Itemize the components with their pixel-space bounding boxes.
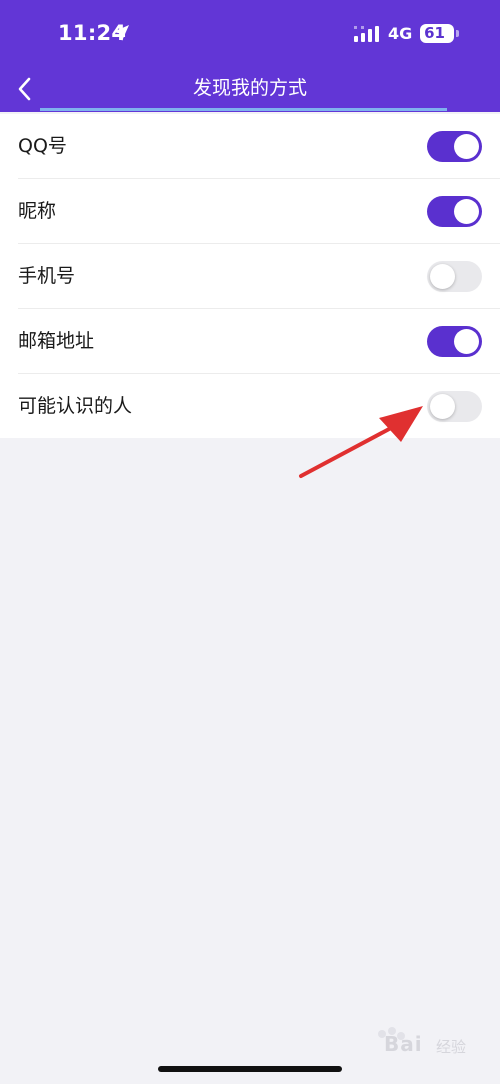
toggle-knob (454, 134, 479, 159)
setting-label: QQ号 (18, 135, 67, 157)
status-bar: 11:24 4G 61 (0, 0, 500, 68)
nav-underline (40, 108, 447, 111)
battery-level: 61 (424, 24, 445, 42)
location-arrow-icon (113, 25, 129, 41)
setting-label: 可能认识的人 (18, 395, 133, 417)
watermark-brand: Bai (384, 1032, 423, 1056)
annotation-arrow-icon (299, 406, 423, 478)
setting-row-email: 邮箱地址 (0, 309, 500, 374)
nickname-toggle[interactable] (427, 196, 482, 227)
setting-row-qq: QQ号 (0, 114, 500, 179)
navigation-bar: 发现我的方式 (0, 68, 500, 112)
setting-label: 手机号 (18, 265, 76, 287)
setting-label: 邮箱地址 (18, 330, 95, 352)
setting-label: 昵称 (18, 200, 57, 222)
watermark: Bai 经验 (370, 1024, 480, 1064)
qq-toggle[interactable] (427, 131, 482, 162)
page-title: 发现我的方式 (192, 77, 307, 99)
network-type: 4G (388, 24, 413, 43)
battery-icon: 61 (420, 24, 454, 43)
settings-list: QQ号 昵称 手机号 邮箱地址 可能认识的人 (0, 114, 500, 438)
phone-toggle[interactable] (427, 261, 482, 292)
cellular-signal-icon (354, 26, 379, 42)
email-toggle[interactable] (427, 326, 482, 357)
people-you-may-know-toggle[interactable] (427, 391, 482, 422)
watermark-subtext: 经验 (436, 1038, 467, 1056)
setting-row-nickname: 昵称 (0, 179, 500, 244)
toggle-knob (454, 329, 479, 354)
setting-row-phone: 手机号 (0, 244, 500, 309)
toggle-knob (430, 264, 455, 289)
toggle-knob (454, 199, 479, 224)
home-indicator[interactable] (158, 1066, 342, 1072)
battery-cap (456, 30, 459, 37)
